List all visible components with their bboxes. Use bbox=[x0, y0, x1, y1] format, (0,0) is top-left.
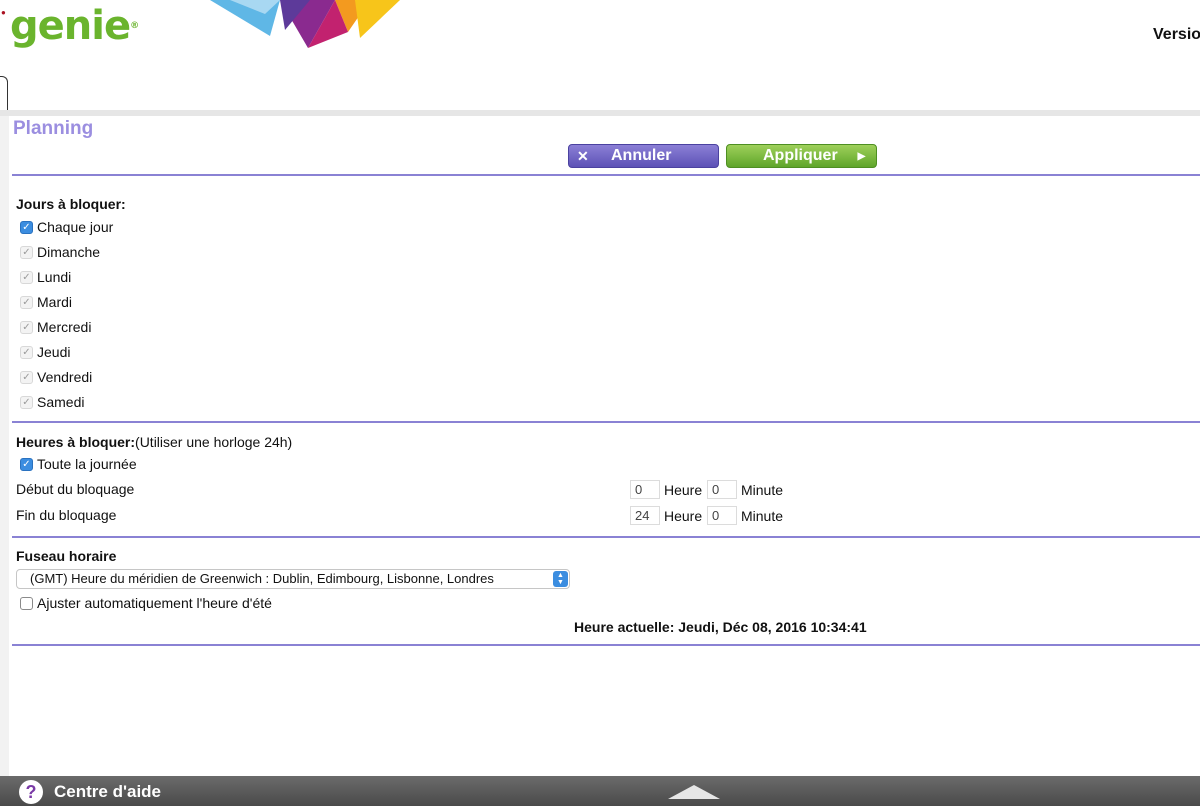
page-header: ● genie® Versio bbox=[0, 0, 1200, 112]
day-label: Mardi bbox=[37, 294, 73, 310]
apply-label: Appliquer bbox=[763, 147, 838, 164]
side-tab-edge[interactable] bbox=[0, 76, 8, 111]
day-label: Samedi bbox=[37, 394, 85, 410]
end-hour-input[interactable]: 24 bbox=[630, 506, 660, 525]
timezone-select[interactable]: (GMT) Heure du méridien de Greenwich : D… bbox=[16, 569, 570, 589]
section-divider bbox=[12, 644, 1200, 646]
start-block-label: Début du bloquage bbox=[16, 481, 135, 497]
dst-label: Ajuster automatiquement l'heure d'été bbox=[37, 595, 272, 611]
start-hour-input[interactable]: 0 bbox=[630, 480, 660, 499]
day-checkbox-tuesday[interactable]: ✓ bbox=[20, 295, 33, 309]
day-row-tuesday: ✓ Mardi bbox=[20, 292, 72, 312]
every-day-label: Chaque jour bbox=[37, 219, 114, 235]
start-minute-input[interactable]: 0 bbox=[707, 480, 737, 499]
day-label: Dimanche bbox=[37, 244, 101, 260]
dst-checkbox[interactable] bbox=[20, 596, 33, 610]
help-center-bar[interactable]: ? Centre d'aide bbox=[0, 776, 1200, 806]
hours-label: Heures à bloquer: bbox=[16, 434, 136, 450]
all-day-row: ✓ Toute la journée bbox=[20, 454, 137, 474]
chevron-up-icon[interactable] bbox=[668, 785, 720, 799]
logo-registered-mark: ● bbox=[1, 8, 6, 17]
select-arrows-icon: ▲ ▼ bbox=[553, 571, 568, 587]
day-row-saturday: ✓ Samedi bbox=[20, 392, 84, 412]
version-label: Versio bbox=[1153, 26, 1200, 43]
day-checkbox-sunday[interactable]: ✓ bbox=[20, 245, 33, 259]
day-checkbox-saturday[interactable]: ✓ bbox=[20, 395, 33, 409]
day-checkbox-friday[interactable]: ✓ bbox=[20, 370, 33, 384]
timezone-section-label: Fuseau horaire bbox=[16, 548, 117, 564]
all-day-checkbox[interactable]: ✓ bbox=[20, 457, 33, 471]
close-icon: ✕ bbox=[577, 147, 589, 164]
help-center-label: Centre d'aide bbox=[54, 782, 162, 801]
end-block-label: Fin du bloquage bbox=[16, 507, 117, 523]
header-divider bbox=[0, 110, 1200, 116]
apply-button[interactable]: Appliquer ▶ bbox=[726, 144, 877, 168]
left-gutter bbox=[0, 116, 9, 776]
section-divider bbox=[12, 536, 1200, 538]
arrow-right-icon: ▶ bbox=[857, 150, 866, 162]
cancel-button[interactable]: ✕ Annuler bbox=[568, 144, 719, 168]
current-time: Heure actuelle: Jeudi, Déc 08, 2016 10:3… bbox=[574, 619, 867, 635]
genie-logo: genie® bbox=[10, 2, 139, 50]
days-section-label: Jours à bloquer: bbox=[16, 196, 126, 212]
day-checkbox-wednesday[interactable]: ✓ bbox=[20, 320, 33, 334]
day-row-monday: ✓ Lundi bbox=[20, 267, 71, 287]
every-day-checkbox[interactable]: ✓ bbox=[20, 220, 33, 234]
day-label: Vendredi bbox=[37, 369, 93, 385]
day-row-thursday: ✓ Jeudi bbox=[20, 342, 70, 362]
every-day-row: ✓ Chaque jour bbox=[20, 217, 113, 237]
hours-section-label: Heures à bloquer:(Utiliser une horloge 2… bbox=[16, 434, 292, 450]
timezone-selected-value: (GMT) Heure du méridien de Greenwich : D… bbox=[30, 571, 494, 586]
section-divider bbox=[12, 174, 1200, 176]
page-title: Planning bbox=[13, 118, 94, 139]
dst-row: Ajuster automatiquement l'heure d'été bbox=[20, 593, 272, 613]
day-label: Lundi bbox=[37, 269, 72, 285]
logo-mark: ® bbox=[130, 21, 139, 31]
all-day-label: Toute la journée bbox=[37, 456, 137, 472]
start-hour-unit: Heure bbox=[664, 482, 703, 498]
help-icon: ? bbox=[19, 780, 43, 804]
day-label: Jeudi bbox=[37, 344, 71, 360]
day-checkbox-thursday[interactable]: ✓ bbox=[20, 345, 33, 359]
start-minute-unit: Minute bbox=[741, 482, 784, 498]
day-row-sunday: ✓ Dimanche bbox=[20, 242, 100, 262]
hours-hint: (Utiliser une horloge 24h) bbox=[135, 434, 293, 450]
end-minute-unit: Minute bbox=[741, 508, 784, 524]
day-label: Mercredi bbox=[37, 319, 92, 335]
end-hour-unit: Heure bbox=[664, 508, 703, 524]
banner-graphic bbox=[210, 0, 400, 48]
day-checkbox-monday[interactable]: ✓ bbox=[20, 270, 33, 284]
day-row-wednesday: ✓ Mercredi bbox=[20, 317, 91, 337]
logo-text: genie bbox=[10, 3, 131, 49]
cancel-label: Annuler bbox=[611, 147, 672, 164]
day-row-friday: ✓ Vendredi bbox=[20, 367, 92, 387]
section-divider bbox=[12, 421, 1200, 423]
end-minute-input[interactable]: 0 bbox=[707, 506, 737, 525]
